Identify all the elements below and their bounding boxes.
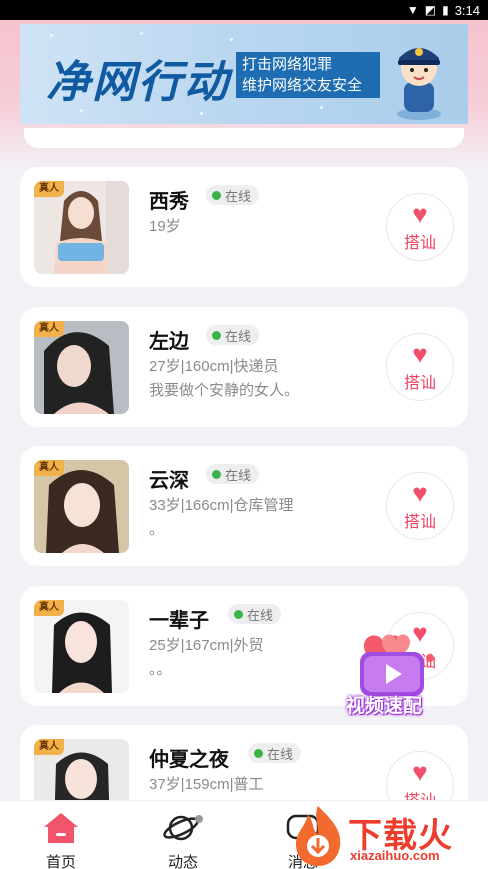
online-status: 在线 <box>228 604 282 624</box>
battery-icon: ▮ <box>442 3 449 17</box>
online-status: 在线 <box>248 743 302 763</box>
heart-icon: ♥ <box>412 339 428 369</box>
video-match-icon <box>360 634 434 696</box>
status-bar: ▼ ◩ ▮ 3:14 <box>0 0 488 20</box>
profile-card[interactable]: 真人 云深 在线 33岁|166cm|仓库管理 。 ♥ 搭讪 <box>20 446 468 566</box>
profile-info: 37岁|159cm|普工 <box>149 776 264 793</box>
planet-icon <box>163 815 203 841</box>
profile-bio: 。。 <box>149 661 172 678</box>
online-status: 在线 <box>206 185 260 205</box>
online-status: 在线 <box>206 325 260 345</box>
chat-up-button[interactable]: ♥ 搭讪 <box>386 193 454 261</box>
watermark-logo: 下载火 xiazaihuo.com <box>288 800 488 869</box>
verified-badge: 真人 <box>34 739 64 755</box>
profile-name: 仲夏之夜 <box>149 749 229 771</box>
signal-icon: ◩ <box>424 3 437 17</box>
chat-up-button[interactable]: ♥ 搭讪 <box>386 472 454 540</box>
verified-badge: 真人 <box>34 460 64 476</box>
verified-badge: 真人 <box>34 600 64 616</box>
police-mascot-icon <box>397 48 441 120</box>
online-dot-icon <box>254 748 263 758</box>
video-match-button[interactable]: 视频速配 <box>344 628 444 720</box>
online-status: 在线 <box>206 464 260 484</box>
wifi-icon: ▼ <box>406 3 419 17</box>
profile-info: 19岁 <box>149 218 181 235</box>
profile-name: 左边 <box>149 331 189 353</box>
online-dot-icon <box>212 190 221 200</box>
online-dot-icon <box>234 609 243 619</box>
profile-info: 33岁|166cm|仓库管理 <box>149 497 294 514</box>
profile-card[interactable]: 真人 左边 在线 27岁|160cm|快递员 我要做个安静的女人。 ♥ 搭讪 <box>20 307 468 427</box>
profile-name: 云深 <box>149 470 189 492</box>
verified-badge: 真人 <box>34 181 64 197</box>
home-icon <box>44 813 78 843</box>
heart-icon: ♥ <box>412 199 428 229</box>
online-dot-icon <box>212 469 221 479</box>
avatar[interactable]: 真人 <box>34 181 129 274</box>
profile-info: 25岁|167cm|外贸 <box>149 637 264 654</box>
profile-info: 27岁|160cm|快递员 <box>149 358 279 375</box>
banner-indicator-strip <box>24 128 464 148</box>
profile-bio: 。 <box>149 521 165 538</box>
status-time: 3:14 <box>454 2 480 18</box>
tab-home[interactable]: 首页 <box>16 811 106 869</box>
video-match-label: 视频速配 <box>346 696 423 717</box>
watermark-url: xiazaihuo.com <box>350 848 440 863</box>
profile-card[interactable]: 真人 西秀 在线 19岁 ♥ 搭讪 <box>20 167 468 287</box>
online-dot-icon <box>212 330 221 340</box>
heart-icon: ♥ <box>412 478 428 508</box>
profile-bio: 我要做个安静的女人。 <box>149 382 300 399</box>
profile-name: 一辈子 <box>149 610 209 632</box>
heart-icon: ♥ <box>412 757 428 787</box>
profile-name: 西秀 <box>149 191 189 213</box>
avatar[interactable]: 真人 <box>34 600 129 693</box>
verified-badge: 真人 <box>34 321 64 337</box>
chat-up-button[interactable]: ♥ 搭讪 <box>386 333 454 401</box>
tab-moments[interactable]: 动态 <box>138 811 228 869</box>
avatar[interactable]: 真人 <box>34 460 129 553</box>
promo-banner[interactable]: 净网行动 打击网络犯罪 维护网络交友安全 <box>20 24 468 124</box>
banner-subtitle: 打击网络犯罪 维护网络交友安全 <box>236 52 380 98</box>
banner-title: 净网行动 <box>46 58 230 107</box>
flame-logo-icon <box>296 806 341 866</box>
avatar[interactable]: 真人 <box>34 321 129 414</box>
